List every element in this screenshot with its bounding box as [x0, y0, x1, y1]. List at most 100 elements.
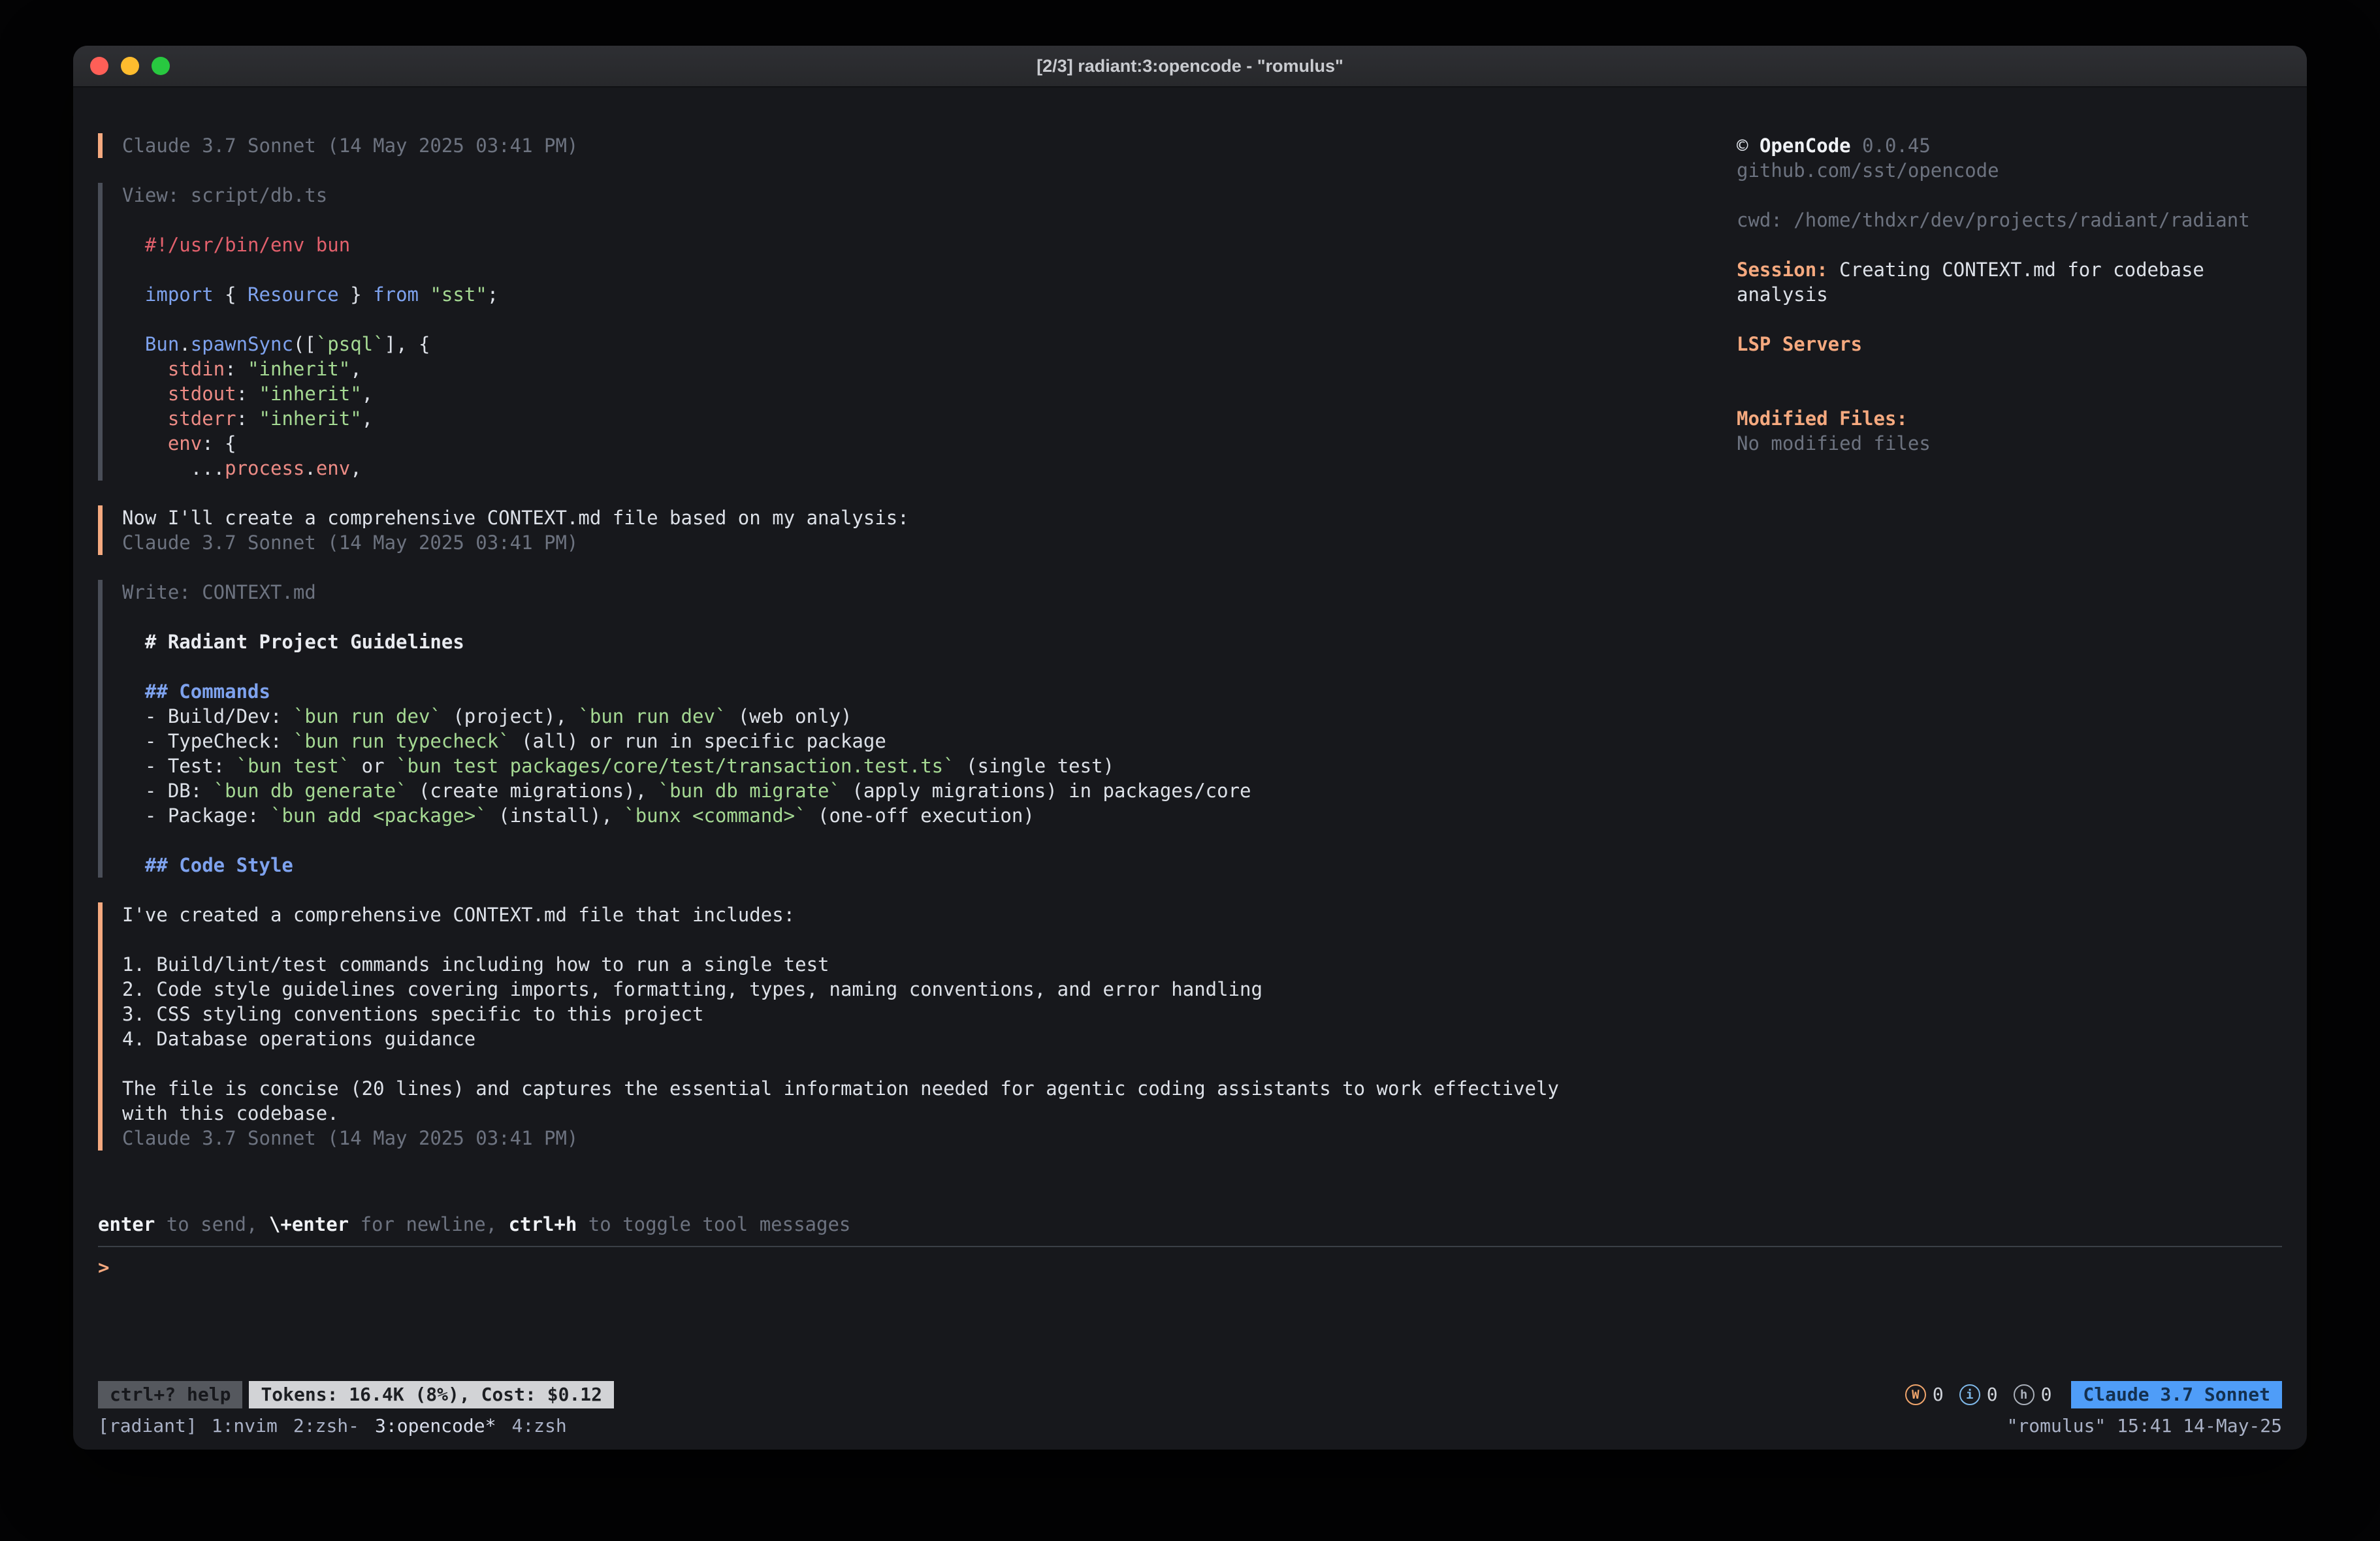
tmux-window-item[interactable]: 4:zsh: [511, 1415, 566, 1437]
text-segment: {: [214, 283, 248, 306]
text-segment: `bun add <package>`: [270, 804, 487, 827]
text-segment: [419, 283, 430, 306]
status-bar: ctrl+? help Tokens: 16.4K (8%), Cost: $0…: [98, 1380, 2282, 1409]
text-segment: with this codebase.: [122, 1102, 339, 1124]
text-segment: [122, 383, 168, 405]
text-segment: View: script/db.ts: [122, 184, 327, 206]
message-header: Claude 3.7 Sonnet (14 May 2025 03:41 PM): [98, 133, 1684, 158]
text-segment: \+enter: [269, 1213, 349, 1235]
text-segment: [122, 432, 168, 454]
tmux-host-clock: "romulus" 15:41 14-May-25: [2007, 1414, 2282, 1438]
text-segment: [122, 283, 145, 306]
text-segment: Write: CONTEXT.md: [122, 581, 316, 603]
repo-link[interactable]: github.com/sst/opencode: [1737, 158, 2282, 183]
text-segment: enter: [98, 1213, 155, 1235]
assistant-summary-message: I've created a comprehensive CONTEXT.md …: [98, 902, 1684, 1151]
chat-log: Claude 3.7 Sonnet (14 May 2025 03:41 PM)…: [98, 133, 1684, 1175]
tmux-window-item[interactable]: 3:opencode*: [375, 1415, 496, 1437]
tool-write-block: Write: CONTEXT.md # Radiant Project Guid…: [98, 580, 1684, 878]
tmux-window-item[interactable]: 1:nvim: [212, 1415, 278, 1437]
text-segment: stdout: [168, 383, 236, 405]
text-segment: for newline,: [349, 1213, 508, 1235]
text-segment: `bun db generate`: [214, 780, 408, 802]
text-segment: to toggle tool messages: [577, 1213, 850, 1235]
model-chip[interactable]: Claude 3.7 Sonnet: [2071, 1381, 2282, 1408]
chat-line: - Build/Dev: `bun run dev` (project), `b…: [122, 704, 1684, 729]
chat-line: Claude 3.7 Sonnet (14 May 2025 03:41 PM): [122, 1126, 1684, 1151]
text-segment: Claude 3.7 Sonnet (14 May 2025 03:41 PM): [122, 135, 578, 157]
input-area: enter to send, \+enter for newline, ctrl…: [98, 1212, 2282, 1371]
text-segment: (apply migrations) in packages/core: [841, 780, 1251, 802]
chat-line: Claude 3.7 Sonnet (14 May 2025 03:41 PM): [122, 133, 1684, 158]
sidebar-blank: [1737, 183, 2282, 208]
text-segment: - DB:: [122, 780, 214, 802]
hints-icon: h: [2014, 1384, 2034, 1405]
text-segment: or: [350, 755, 396, 777]
message-input[interactable]: >: [98, 1255, 2282, 1280]
chat-line: [122, 208, 1684, 232]
text-segment: Now I'll create a comprehensive CONTEXT.…: [122, 507, 909, 529]
text-segment: #!/usr/bin/env bun: [122, 234, 350, 256]
hints-count: 0: [2041, 1382, 2052, 1407]
chat-line: [122, 654, 1684, 679]
chat-line: stderr: "inherit",: [122, 406, 1684, 431]
chat-line: [122, 828, 1684, 853]
text-segment: :: [236, 407, 259, 430]
message-input-extra-space[interactable]: [98, 1280, 2282, 1371]
text-segment: ([: [293, 333, 316, 355]
text-segment: 3. CSS styling conventions specific to t…: [122, 1003, 703, 1025]
text-segment: `bun test`: [236, 755, 351, 777]
text-segment: `bunx <command>`: [624, 804, 806, 827]
chat-line: 3. CSS styling conventions specific to t…: [122, 1002, 1684, 1026]
help-shortcut-chip[interactable]: ctrl+? help: [98, 1381, 242, 1408]
text-segment: 1. Build/lint/test commands including ho…: [122, 953, 829, 976]
chat-line: Claude 3.7 Sonnet (14 May 2025 03:41 PM): [122, 530, 1684, 555]
text-segment: (create migrations),: [408, 780, 658, 802]
text-segment: Claude 3.7 Sonnet (14 May 2025 03:41 PM): [122, 532, 578, 554]
warnings-icon: W: [1905, 1384, 1926, 1405]
text-segment: ctrl+h: [509, 1213, 577, 1235]
text-segment: ## Code Style: [122, 854, 293, 876]
diagnostic-warnings: W0: [1905, 1382, 1944, 1407]
text-segment: - Package:: [122, 804, 270, 827]
tmux-window-item[interactable]: 2:zsh-: [293, 1415, 359, 1437]
terminal-window: [2/3] radiant:3:opencode - "romulus" Cla…: [73, 46, 2307, 1450]
lsp-servers-header: LSP Servers: [1737, 332, 2282, 357]
zoom-button[interactable]: [152, 57, 170, 75]
chat-line: [122, 927, 1684, 952]
chat-line: import { Resource } from "sst";: [122, 282, 1684, 307]
chat-line: [122, 307, 1684, 332]
diagnostic-hints: h0: [2014, 1382, 2052, 1407]
close-button[interactable]: [90, 57, 108, 75]
terminal-body: Claude 3.7 Sonnet (14 May 2025 03:41 PM)…: [73, 87, 2307, 1450]
text-segment: [122, 358, 168, 380]
diagnostics-counters: W0i0h0: [1905, 1382, 2052, 1407]
text-segment: `bun db migrate`: [658, 780, 841, 802]
text-segment: `bun run dev`: [293, 705, 442, 727]
minimize-button[interactable]: [121, 57, 139, 75]
text-segment: spawnSync: [191, 333, 293, 355]
text-segment: env: [168, 432, 202, 454]
warnings-count: 0: [1933, 1382, 1944, 1407]
text-segment: - Build/Dev:: [122, 705, 293, 727]
session-line: Session: Creating CONTEXT.md for codebas…: [1737, 257, 2282, 307]
text-segment: ,: [350, 358, 361, 380]
flex-spacer: [98, 1371, 2282, 1380]
text-segment: [122, 407, 168, 430]
tool-view-block: View: script/db.ts #!/usr/bin/env bun im…: [98, 183, 1684, 481]
text-segment: ,: [362, 383, 373, 405]
text-segment: to send,: [155, 1213, 269, 1235]
chat-line: The file is concise (20 lines) and captu…: [122, 1076, 1684, 1101]
opencode-logo-icon: ©: [1737, 135, 1748, 157]
window-title: [2/3] radiant:3:opencode - "romulus": [1037, 56, 1343, 76]
text-segment: `psql`: [316, 333, 385, 355]
text-segment: - Test:: [122, 755, 236, 777]
chat-line: stdout: "inherit",: [122, 381, 1684, 406]
chat-line: #!/usr/bin/env bun: [122, 232, 1684, 257]
text-segment: ,: [362, 407, 373, 430]
chat-line: 2. Code style guidelines covering import…: [122, 977, 1684, 1002]
chat-line: Bun.spawnSync([`psql`], {: [122, 332, 1684, 357]
text-segment: .: [304, 457, 315, 479]
text-segment: from: [373, 283, 419, 306]
text-segment: ;: [487, 283, 498, 306]
